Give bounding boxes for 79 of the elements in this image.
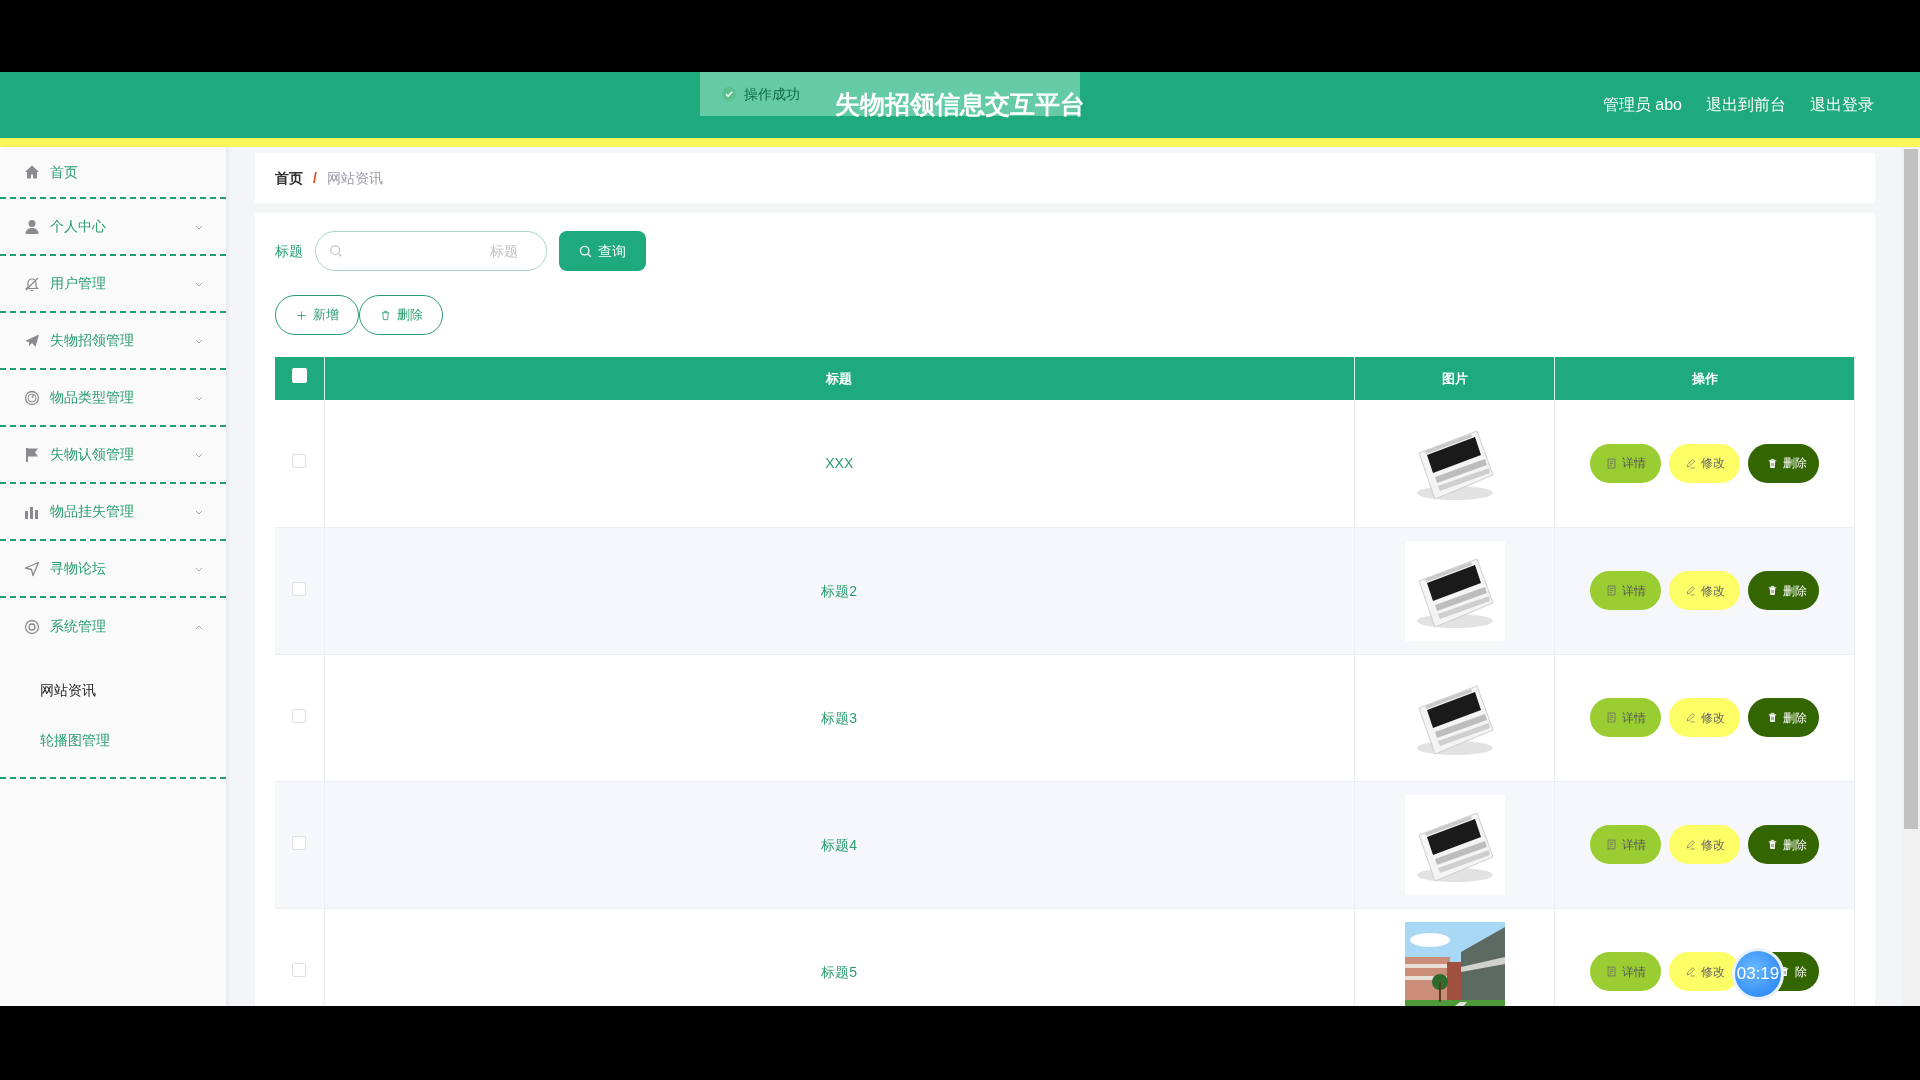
- column-header: 标题: [324, 357, 1355, 400]
- breadcrumb-separator: /: [313, 168, 317, 188]
- delete-button[interactable]: 删除: [1748, 571, 1819, 610]
- trash-icon: [1767, 585, 1778, 596]
- search-icon: [579, 244, 592, 258]
- select-all-checkbox[interactable]: [291, 368, 307, 384]
- document-icon: [1605, 712, 1617, 723]
- header-link[interactable]: 退出登录: [1810, 93, 1874, 117]
- row-checkbox[interactable]: [292, 454, 307, 469]
- app-title: 失物招领信息交互平台: [835, 89, 1085, 121]
- row-checkbox[interactable]: [292, 708, 307, 723]
- search-label: 标题: [275, 241, 303, 261]
- sidebar-item[interactable]: 物品挂失管理: [0, 484, 226, 541]
- row-title: XXX: [825, 455, 854, 472]
- dashboard-icon: [24, 389, 40, 406]
- sidebar-item[interactable]: 用户管理: [0, 256, 226, 313]
- header-link[interactable]: 退出到前台: [1706, 93, 1786, 117]
- sidebar-item[interactable]: 个人中心: [0, 199, 226, 256]
- detail-button[interactable]: 详情: [1590, 952, 1661, 991]
- delete-button[interactable]: 删除: [1748, 443, 1819, 483]
- trash-icon: [1767, 457, 1778, 469]
- trash-icon: [1767, 839, 1778, 850]
- plus-icon: [295, 309, 307, 321]
- delete-button[interactable]: 删除: [1748, 698, 1819, 737]
- document-icon: [1605, 585, 1617, 596]
- search-field[interactable]: 标题: [315, 231, 547, 271]
- sidebar-item[interactable]: 物品类型管理: [0, 370, 226, 427]
- sidebar-item[interactable]: 系统管理: [0, 598, 226, 655]
- row-title: 标题4: [821, 836, 858, 853]
- row-title: 标题2: [821, 582, 858, 599]
- flag-icon: [24, 446, 40, 463]
- breadcrumb-item: 网站资讯: [326, 168, 383, 188]
- submenu-item[interactable]: 轮播图管理: [0, 715, 226, 765]
- user-icon: [24, 218, 40, 235]
- home-icon: [24, 164, 40, 180]
- scrollbar[interactable]: [1902, 147, 1920, 1006]
- delete-button[interactable]: 删除: [359, 295, 443, 335]
- column-header: 图片: [1354, 357, 1555, 400]
- document-icon: [1605, 457, 1617, 469]
- navigation-icon: [24, 560, 40, 577]
- sidebar-item[interactable]: 失物认领管理: [0, 427, 226, 484]
- pen-icon: [1684, 457, 1696, 469]
- document-icon: [1605, 966, 1617, 977]
- edit-button[interactable]: 修改: [1669, 443, 1740, 483]
- row-checkbox[interactable]: [292, 581, 307, 596]
- submenu-item[interactable]: 网站资讯: [0, 665, 226, 715]
- trash-icon: [379, 309, 391, 321]
- delete-button[interactable]: 删除: [1748, 825, 1819, 864]
- document-icon: [1605, 839, 1617, 850]
- detail-button[interactable]: 详情: [1590, 698, 1661, 737]
- pen-icon: [1684, 712, 1696, 723]
- detail-button[interactable]: 详情: [1590, 443, 1661, 483]
- row-title: 标题3: [821, 709, 858, 726]
- detail-button[interactable]: 详情: [1590, 825, 1661, 864]
- detail-button[interactable]: 详情: [1590, 571, 1661, 610]
- breadcrumb-item[interactable]: 首页: [275, 167, 303, 189]
- success-icon: [722, 87, 736, 101]
- sidebar-item[interactable]: 首页: [0, 147, 226, 199]
- row-checkbox[interactable]: [292, 962, 307, 977]
- toast-text: 操作成功: [744, 84, 800, 104]
- pen-icon: [1684, 585, 1696, 596]
- edit-button[interactable]: 修改: [1669, 698, 1740, 737]
- pen-icon: [1684, 839, 1696, 850]
- row-checkbox[interactable]: [292, 835, 307, 850]
- lifebuoy-icon: [24, 618, 40, 635]
- edit-button[interactable]: 修改: [1669, 825, 1740, 864]
- header-link[interactable]: 管理员 abo: [1602, 93, 1682, 117]
- sidebar-item[interactable]: 寻物论坛: [0, 541, 226, 598]
- edit-button[interactable]: 修改: [1669, 571, 1740, 610]
- bell-off-icon: [24, 275, 40, 292]
- add-button[interactable]: 新增: [275, 295, 359, 335]
- scrollbar-thumb[interactable]: [1904, 149, 1918, 829]
- trash-icon: [1767, 712, 1778, 723]
- row-title: 标题5: [821, 963, 858, 980]
- send-icon: [24, 332, 40, 349]
- search-button[interactable]: 查询: [559, 231, 646, 271]
- sidebar-item[interactable]: 失物招领管理: [0, 313, 226, 370]
- column-header: 操作: [1554, 357, 1855, 400]
- pen-icon: [1684, 966, 1696, 977]
